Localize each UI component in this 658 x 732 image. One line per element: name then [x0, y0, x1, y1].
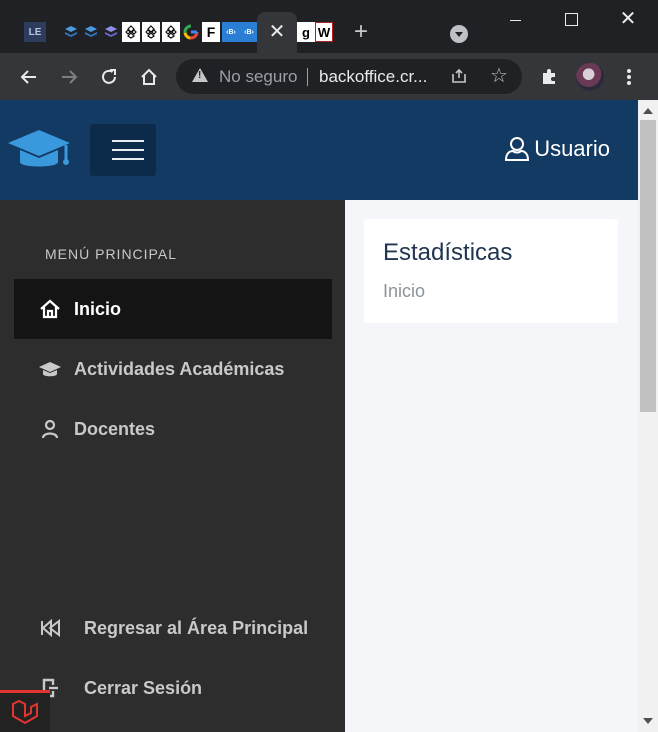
laravel-icon — [12, 699, 38, 725]
user-icon — [38, 417, 62, 441]
layers-blue-icon[interactable] — [62, 22, 80, 42]
sidebar-item-label: Inicio — [74, 298, 122, 319]
bookmark-star-icon[interactable]: ☆ — [488, 65, 510, 87]
minimize-icon[interactable] — [501, 8, 531, 32]
sidebar-item-regresar[interactable]: Regresar al Área Principal — [14, 598, 332, 658]
address-bar[interactable]: No seguro backoffice.cr... ☆ — [176, 59, 522, 94]
blogger-b-icon[interactable]: ‹B› — [222, 22, 240, 42]
hamburger-line — [112, 149, 144, 151]
menu-toggle-button[interactable] — [90, 124, 156, 176]
fast-backward-icon — [38, 616, 62, 640]
share-icon[interactable] — [448, 65, 470, 87]
back-arrow-icon[interactable] — [16, 64, 42, 90]
forward-arrow-icon[interactable] — [56, 64, 82, 90]
user-icon — [505, 137, 530, 161]
g-favicon-text: g — [302, 24, 310, 40]
blogger-b-icon[interactable]: ‹B› — [240, 22, 258, 42]
page-viewport: Usuario MENÚ PRINCIPAL Inicio Actividade… — [0, 100, 638, 732]
scrollbar-thumb[interactable] — [640, 120, 656, 412]
w-favicon-text: W — [317, 24, 331, 40]
app-header: Usuario — [0, 100, 638, 200]
laravel-debugbar-button[interactable] — [0, 690, 50, 732]
sidebar-item-cerrar-sesion[interactable]: Cerrar Sesión — [14, 658, 332, 718]
le-favicon-text: LE — [28, 26, 42, 38]
browser-tab-strip: LE F ‹B› ‹B› ✕ g W + ✕ — [0, 0, 658, 53]
sidebar-item-actividades-academicas[interactable]: Actividades Académicas — [14, 339, 332, 399]
sidebar-item-label: Actividades Académicas — [74, 358, 285, 379]
sidebar-item-label: Cerrar Sesión — [84, 677, 203, 698]
new-tab-icon[interactable]: + — [349, 20, 373, 44]
le-icon[interactable]: LE — [24, 22, 46, 42]
stats-card: Estadísticas Inicio — [364, 219, 618, 323]
layers-purple-icon[interactable] — [102, 22, 120, 42]
sidebar-item-label: Regresar al Área Principal — [84, 617, 309, 638]
graduation-cap-logo-icon[interactable] — [6, 124, 72, 176]
reload-icon[interactable] — [96, 64, 122, 90]
binance-icon[interactable] — [122, 22, 140, 42]
maximize-icon[interactable] — [556, 8, 586, 32]
tab-close-icon[interactable]: ✕ — [266, 20, 288, 44]
page-title: Estadísticas — [383, 239, 513, 266]
f-favicon-text: F — [206, 24, 216, 40]
scroll-up-arrow-icon[interactable] — [643, 108, 653, 114]
hamburger-line — [112, 140, 144, 142]
google-icon[interactable] — [182, 22, 200, 42]
security-label[interactable]: No seguro — [219, 67, 297, 87]
breadcrumb[interactable]: Inicio — [383, 281, 425, 302]
sidebar: MENÚ PRINCIPAL Inicio Actividades Académ… — [0, 200, 345, 732]
extensions-puzzle-icon[interactable] — [536, 64, 562, 90]
profile-avatar[interactable] — [576, 63, 604, 91]
user-label[interactable]: Usuario — [534, 136, 610, 162]
tab-search-icon[interactable] — [450, 25, 468, 43]
browser-toolbar: No seguro backoffice.cr... ☆ — [0, 53, 658, 100]
url-text[interactable]: backoffice.cr... — [319, 67, 427, 87]
user-menu[interactable]: Usuario — [504, 132, 610, 166]
window-close-icon[interactable]: ✕ — [613, 8, 643, 32]
graduation-cap-icon — [38, 357, 62, 381]
binance-icon[interactable] — [162, 22, 180, 42]
home-icon[interactable] — [136, 64, 162, 90]
layers-blue-icon[interactable] — [82, 22, 100, 42]
home-icon — [38, 297, 62, 321]
browser-menu-icon[interactable] — [616, 64, 642, 90]
g-icon[interactable]: g — [297, 22, 315, 42]
menu-heading: MENÚ PRINCIPAL — [45, 246, 177, 262]
sidebar-item-inicio[interactable]: Inicio — [14, 279, 332, 339]
hamburger-line — [112, 158, 144, 160]
sidebar-item-docentes[interactable]: Docentes — [14, 399, 332, 459]
binance-icon[interactable] — [142, 22, 160, 42]
f-icon[interactable]: F — [202, 22, 220, 42]
scroll-down-arrow-icon[interactable] — [643, 718, 653, 724]
w-icon[interactable]: W — [315, 22, 333, 42]
warning-icon[interactable] — [192, 68, 208, 82]
address-separator — [307, 68, 308, 86]
page-scrollbar[interactable] — [638, 100, 658, 732]
sidebar-item-label: Docentes — [74, 418, 156, 439]
